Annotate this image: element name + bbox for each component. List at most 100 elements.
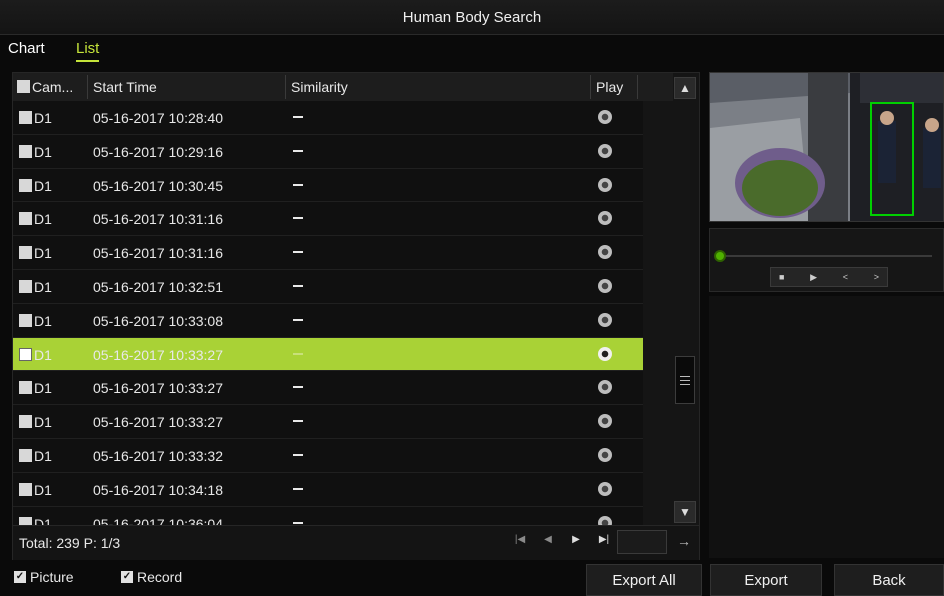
export-button[interactable]: Export <box>710 564 822 596</box>
row-cam[interactable]: D1 <box>19 144 52 160</box>
play-icon[interactable] <box>598 177 612 192</box>
play-icon[interactable] <box>598 414 612 429</box>
row-checkbox[interactable] <box>19 381 32 395</box>
page-number-input[interactable] <box>617 530 667 554</box>
table-row[interactable]: D1 05-16-2017 10:32:51 <box>13 269 643 304</box>
table-row[interactable]: D1 05-16-2017 10:29:16 <box>13 134 643 169</box>
export-all-button[interactable]: Export All <box>586 564 702 596</box>
play-icon[interactable]: ▶ <box>810 272 817 283</box>
table-row[interactable]: D1 05-16-2017 10:34:18 <box>13 472 643 507</box>
scroll-thumb[interactable] <box>675 356 695 404</box>
table-row[interactable]: D1 05-16-2017 10:28:40 <box>13 101 643 135</box>
record-checkbox[interactable]: ✓ <box>121 571 133 583</box>
row-start-time: 05-16-2017 10:29:16 <box>93 143 223 160</box>
next-icon[interactable]: > <box>874 272 879 282</box>
row-similarity <box>293 183 303 186</box>
row-cam[interactable]: D1 <box>19 211 52 227</box>
row-cam[interactable]: D1 <box>19 347 52 363</box>
row-checkbox[interactable] <box>19 212 32 226</box>
row-checkbox[interactable] <box>19 313 32 327</box>
column-divider <box>285 75 286 99</box>
play-icon[interactable] <box>598 447 612 462</box>
tab-chart[interactable]: Chart <box>8 40 45 57</box>
playback-progress-track[interactable] <box>722 255 932 257</box>
scroll-up-button[interactable]: ▲ <box>674 77 696 99</box>
prev-page-icon[interactable]: ◀ <box>541 534 555 545</box>
row-checkbox[interactable] <box>19 347 32 361</box>
row-cam-label: D1 <box>34 211 52 228</box>
header-start-time[interactable]: Start Time <box>93 79 157 95</box>
row-cam[interactable]: D1 <box>19 178 52 194</box>
row-checkbox[interactable] <box>19 144 32 158</box>
back-button[interactable]: Back <box>834 564 944 596</box>
row-cam[interactable]: D1 <box>19 279 52 295</box>
play-icon[interactable] <box>598 380 612 395</box>
row-cam-label: D1 <box>34 481 52 498</box>
row-checkbox[interactable] <box>19 279 32 293</box>
chevron-up-icon: ▲ <box>679 81 691 95</box>
tab-list[interactable]: List <box>76 40 100 62</box>
column-divider <box>590 75 591 99</box>
row-cam[interactable]: D1 <box>19 313 52 329</box>
stop-icon[interactable]: ■ <box>779 272 784 282</box>
table-row[interactable]: D1 05-16-2017 10:33:08 <box>13 303 643 338</box>
row-cam[interactable]: D1 <box>19 110 52 126</box>
play-icon[interactable] <box>598 211 612 226</box>
first-page-icon[interactable]: |◀ <box>513 534 527 545</box>
next-page-icon[interactable]: ▶ <box>569 534 583 545</box>
row-similarity <box>293 149 303 152</box>
play-icon[interactable] <box>598 245 612 260</box>
table-header: Cam... Start Time Similarity Play <box>13 73 673 101</box>
table-row[interactable]: D1 05-16-2017 10:33:32 <box>13 438 643 473</box>
play-icon[interactable] <box>598 481 612 496</box>
table-row[interactable]: D1 05-16-2017 10:33:27 <box>13 371 643 406</box>
last-page-icon[interactable]: ▶| <box>597 534 611 545</box>
row-start-time: 05-16-2017 10:32:51 <box>93 278 223 295</box>
results-table: Cam... Start Time Similarity Play D1 05-1… <box>12 72 700 560</box>
picture-option[interactable]: ✓ Picture <box>14 569 74 585</box>
header-similarity[interactable]: Similarity <box>291 79 348 95</box>
table-row[interactable]: D1 05-16-2017 10:31:16 <box>13 236 643 270</box>
row-checkbox[interactable] <box>19 111 32 124</box>
row-checkbox[interactable] <box>19 482 32 496</box>
row-similarity <box>293 453 303 456</box>
picture-checkbox[interactable]: ✓ <box>14 571 26 583</box>
row-checkbox[interactable] <box>19 178 32 192</box>
row-cam[interactable]: D1 <box>19 245 52 261</box>
row-cam[interactable]: D1 <box>19 414 52 430</box>
play-icon[interactable] <box>598 346 612 361</box>
play-icon[interactable] <box>598 110 612 124</box>
prev-icon[interactable]: < <box>843 272 848 282</box>
row-cam-label: D1 <box>34 143 52 160</box>
row-similarity <box>293 217 303 220</box>
camera-snapshot <box>710 73 943 221</box>
row-cam[interactable]: D1 <box>19 482 52 498</box>
row-cam[interactable]: D1 <box>19 380 52 396</box>
table-row[interactable]: D1 05-16-2017 10:33:27 <box>13 405 643 439</box>
column-divider <box>637 75 638 99</box>
row-checkbox[interactable] <box>19 246 32 260</box>
play-icon[interactable] <box>598 143 612 158</box>
go-page-button[interactable]: → <box>677 533 691 549</box>
total-pages-text: Total: 239 P: 1/3 <box>19 535 121 551</box>
row-similarity <box>293 284 303 287</box>
play-icon[interactable] <box>598 278 612 293</box>
row-checkbox[interactable] <box>19 448 32 462</box>
table-row[interactable]: D1 05-16-2017 10:33:27 <box>13 337 643 372</box>
record-option[interactable]: ✓ Record <box>121 569 182 585</box>
table-row[interactable]: D1 05-16-2017 10:30:45 <box>13 168 643 203</box>
playback-controls: ■ ▶ < > <box>770 267 888 287</box>
scroll-down-button[interactable]: ▼ <box>674 501 696 523</box>
row-checkbox[interactable] <box>19 415 32 429</box>
play-icon[interactable] <box>598 312 612 327</box>
title-bar: Human Body Search <box>0 0 944 35</box>
row-cam-label: D1 <box>34 312 52 329</box>
row-cam[interactable]: D1 <box>19 448 52 464</box>
playback-position-handle[interactable] <box>714 250 726 262</box>
row-cam-label: D1 <box>34 414 52 431</box>
select-all-checkbox[interactable] <box>17 80 30 93</box>
scrollbar[interactable]: ▲ ▼ <box>674 73 696 523</box>
table-row[interactable]: D1 05-16-2017 10:31:16 <box>13 202 643 237</box>
header-cam[interactable]: Cam... <box>17 79 73 95</box>
row-similarity <box>293 251 303 254</box>
